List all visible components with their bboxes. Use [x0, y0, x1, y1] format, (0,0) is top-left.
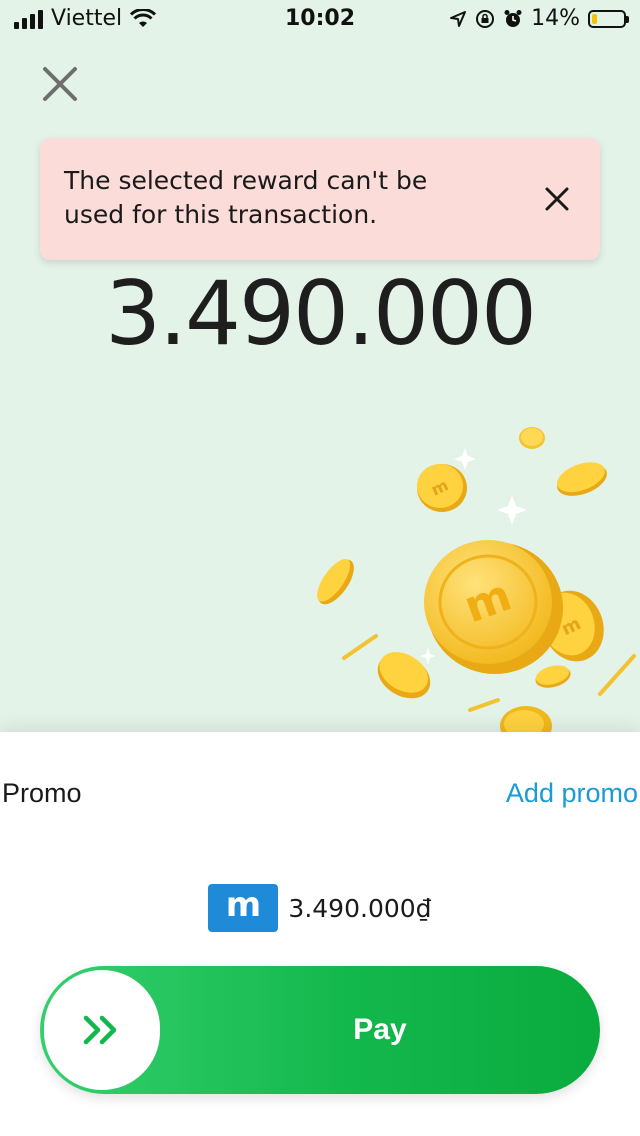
battery-percent: 14% — [531, 6, 580, 31]
wallet-logo-icon: m — [208, 884, 279, 932]
close-icon — [43, 67, 77, 101]
payment-amount: 3.490.000 — [105, 262, 537, 365]
close-icon — [545, 187, 569, 211]
coins-illustration: m m m — [317, 427, 636, 735]
payment-sheet: Promo Add promo m 3.490.000₫ Pay — [0, 732, 640, 1136]
toast-close-button[interactable] — [542, 184, 572, 214]
rotation-lock-icon — [476, 9, 495, 28]
double-chevron-right-icon — [83, 1015, 117, 1045]
pay-slider-button[interactable]: Pay — [40, 966, 600, 1094]
status-bar: Viettel 10:02 14% — [0, 0, 640, 40]
close-button[interactable] — [38, 62, 82, 106]
battery-icon — [588, 9, 629, 28]
slider-knob[interactable] — [44, 970, 160, 1090]
alarm-icon — [504, 9, 522, 27]
location-icon — [450, 10, 467, 27]
pay-label: Pay — [353, 1013, 407, 1046]
payment-source[interactable]: m 3.490.000₫ — [0, 884, 640, 932]
wallet-amount: 3.490.000₫ — [288, 893, 432, 923]
toast-message: The selected reward can't be used for th… — [64, 166, 428, 229]
status-right: 14% — [449, 6, 629, 31]
error-toast: The selected reward can't be used for th… — [40, 138, 600, 260]
promo-label: Promo — [2, 778, 82, 808]
add-promo-link[interactable]: Add promo — [506, 778, 638, 809]
